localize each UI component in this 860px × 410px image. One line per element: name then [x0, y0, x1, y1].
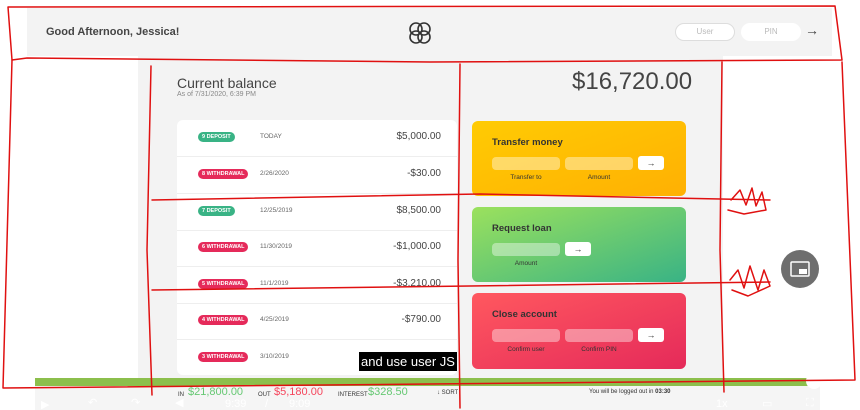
current-time: 9:39 [225, 398, 247, 410]
movement-value: $5,000.00 [396, 131, 442, 142]
movement-date: 12/25/2019 [260, 207, 293, 214]
picture-in-picture-button[interactable] [781, 250, 819, 288]
movement-date: 4/25/2019 [260, 316, 289, 323]
movement-date: 3/10/2019 [260, 353, 289, 360]
movement-row: 9 DEPOSIT TODAY $5,000.00 [177, 120, 457, 157]
annotation-scribble-2 [729, 265, 771, 297]
close-title: Close account [492, 309, 557, 320]
login-user-input[interactable]: User [675, 23, 735, 41]
loan-amount-label: Amount [514, 260, 538, 267]
transfer-title: Transfer money [492, 137, 563, 148]
movement-value: -$790.00 [401, 314, 441, 325]
transfer-submit-button[interactable]: → [638, 156, 664, 170]
logout-timer: You will be logged out in 03:30 [589, 389, 671, 395]
logout-timer-value: 03:30 [655, 389, 671, 395]
movement-date: 11/1/2019 [260, 280, 289, 287]
picture-in-picture-icon [790, 261, 810, 277]
movement-type-badge: 7 DEPOSIT [198, 206, 235, 216]
forward-icon[interactable]: ↷ [131, 396, 140, 409]
confirm-pin-label: Confirm PIN [581, 346, 617, 353]
welcome-message: Good Afternoon, Jessica! [46, 26, 180, 38]
playback-speed-button[interactable]: 1x [716, 398, 728, 410]
movement-row: 6 WITHDRAWAL 11/30/2019 -$1,000.00 [177, 230, 457, 267]
balance-date: As of 7/31/2020, 6:39 PM [177, 91, 256, 98]
total-time: 9:09 [289, 398, 311, 410]
summary-bar [35, 386, 820, 410]
request-loan-panel: Request loan → Amount [472, 207, 686, 282]
fullscreen-icon[interactable]: ⛶ [806, 397, 814, 410]
transfer-to-input[interactable] [492, 157, 560, 170]
movement-type-badge: 9 DEPOSIT [198, 132, 235, 142]
confirm-user-input[interactable] [492, 329, 560, 342]
movement-row: 4 WITHDRAWAL 4/25/2019 -$790.00 [177, 303, 457, 340]
movement-date: 2/26/2020 [260, 170, 289, 177]
rewind-icon[interactable]: ↶ [88, 396, 97, 409]
loan-amount-input[interactable] [492, 243, 560, 256]
sort-button[interactable]: ↓ SORT [437, 390, 458, 396]
login-pin-input[interactable]: PIN [741, 23, 801, 41]
movement-value: -$3,210.00 [393, 278, 441, 289]
movement-value: -$1,000.00 [393, 241, 441, 252]
movement-row: 8 WITHDRAWAL 2/26/2020 -$30.00 [177, 157, 457, 194]
logout-timer-text: You will be logged out in [589, 389, 654, 395]
movement-date: TODAY [260, 133, 282, 140]
movement-type-badge: 4 WITHDRAWAL [198, 315, 249, 325]
loan-title: Request loan [492, 223, 552, 234]
movement-type-badge: 3 WITHDRAWAL [198, 352, 249, 362]
movements-list: 9 DEPOSIT TODAY $5,000.00 8 WITHDRAWAL 2… [177, 120, 457, 375]
play-icon[interactable]: ▶ [41, 398, 49, 410]
confirm-user-label: Confirm user [507, 346, 545, 353]
loan-submit-button[interactable]: → [565, 242, 591, 256]
transfer-money-panel: Transfer money → Transfer to Amount [472, 121, 686, 196]
balance-value: $16,720.00 [572, 68, 693, 95]
close-account-panel: Close account → Confirm user Confirm PIN [472, 293, 686, 369]
summary-interest-value: $328.50 [368, 386, 408, 398]
captions-icon[interactable]: ▭ [762, 397, 772, 410]
video-frame: Good Afternoon, Jessica! User PIN → Curr… [0, 0, 860, 410]
movement-value: $8,500.00 [396, 205, 442, 216]
bank-logo-icon [409, 22, 431, 44]
close-submit-button[interactable]: → [638, 328, 664, 342]
summary-in-value: $21,800.00 [188, 386, 244, 398]
movement-type-badge: 5 WITHDRAWAL [198, 279, 249, 289]
login-button[interactable]: → [805, 22, 819, 38]
annotation-scribble-1 [727, 187, 767, 215]
transfer-amount-input[interactable] [565, 157, 633, 170]
transfer-amount-label: Amount [587, 174, 611, 181]
volume-icon[interactable]: ◀ [175, 396, 183, 409]
movement-date: 11/30/2019 [260, 243, 293, 250]
balance-label: Current balance [177, 75, 277, 91]
movement-row: 7 DEPOSIT 12/25/2019 $8,500.00 [177, 194, 457, 231]
movement-type-badge: 6 WITHDRAWAL [198, 242, 249, 252]
video-caption: and use user JS [359, 352, 457, 371]
movement-value: -$30.00 [407, 168, 441, 179]
summary-out-value: $5,180.00 [274, 386, 323, 398]
movement-row: 5 WITHDRAWAL 11/1/2019 -$3,210.00 [177, 267, 457, 304]
time-separator: / [265, 398, 269, 410]
summary-interest-label: INTEREST [338, 392, 368, 398]
transfer-to-label: Transfer to [510, 174, 542, 181]
progress-scrubber-handle[interactable] [806, 373, 822, 389]
movement-type-badge: 8 WITHDRAWAL [198, 169, 249, 179]
confirm-pin-input[interactable] [565, 329, 633, 342]
